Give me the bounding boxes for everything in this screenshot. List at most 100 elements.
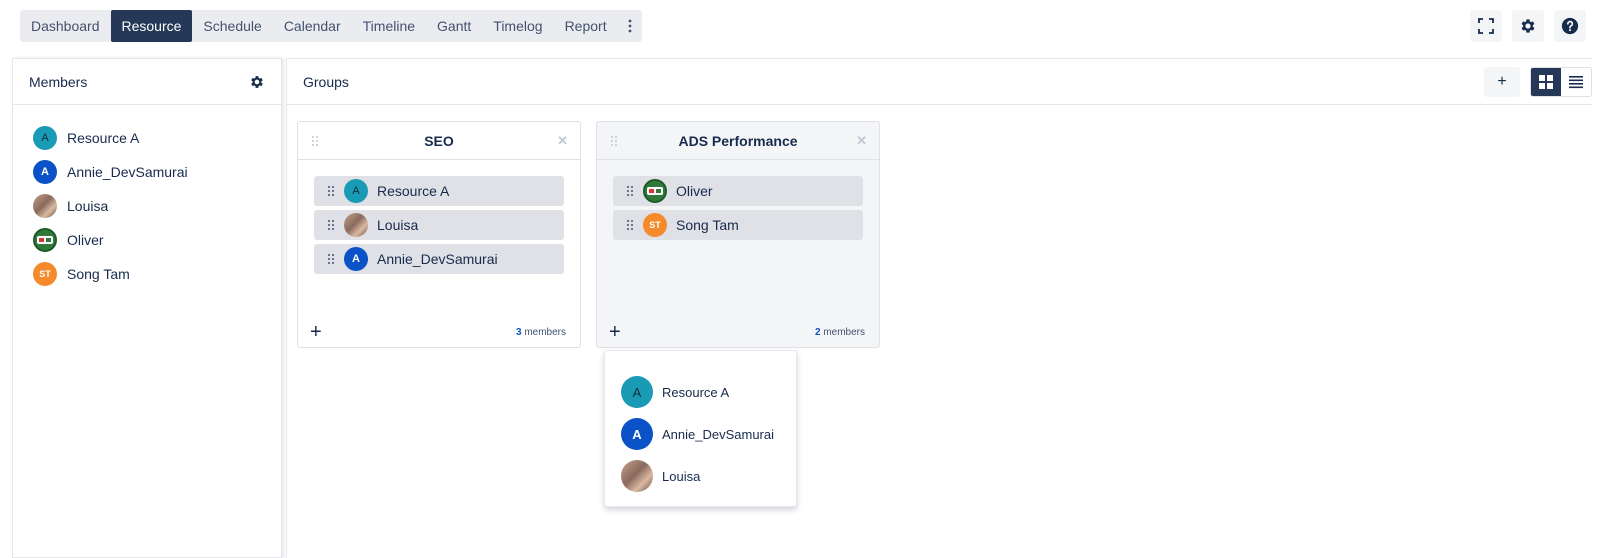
group-member-chip[interactable]: Louisa bbox=[314, 210, 564, 240]
avatar: A bbox=[33, 126, 57, 150]
avatar: A bbox=[344, 247, 368, 271]
add-member-dropdown: A Resource A A Annie_DevSamurai Louisa bbox=[604, 350, 797, 507]
groups-panel-title: Groups bbox=[303, 73, 349, 90]
avatar-photo bbox=[344, 213, 368, 237]
member-name: Oliver bbox=[67, 232, 104, 248]
member-item[interactable]: Oliver bbox=[33, 223, 281, 257]
group-card-header: SEO ✕ bbox=[298, 122, 580, 160]
group-member-list: A Resource A Louisa A Annie_DevSamurai bbox=[298, 160, 580, 274]
drag-handle-icon[interactable] bbox=[627, 186, 633, 196]
member-name: Annie_DevSamurai bbox=[377, 251, 498, 267]
list-icon bbox=[1569, 75, 1583, 88]
tab-gantt[interactable]: Gantt bbox=[426, 10, 482, 42]
gear-icon[interactable] bbox=[249, 74, 265, 90]
members-panel: Members A Resource A A Annie_DevSamurai … bbox=[12, 58, 282, 558]
groups-panel: Groups + SEO ✕ A Resource A Louisa A Ann… bbox=[286, 58, 1592, 558]
member-name: Louisa bbox=[377, 217, 419, 233]
member-count-number: 3 bbox=[515, 326, 522, 338]
group-member-chip[interactable]: ST Song Tam bbox=[613, 210, 863, 240]
add-group-button[interactable]: + bbox=[1484, 66, 1520, 97]
more-tabs-button[interactable] bbox=[618, 10, 642, 42]
groups-tools: + bbox=[1484, 66, 1592, 97]
group-name: ADS Performance bbox=[678, 132, 798, 149]
settings-button[interactable] bbox=[1512, 10, 1544, 42]
add-member-button[interactable]: + bbox=[609, 322, 621, 342]
tab-schedule[interactable]: Schedule bbox=[192, 10, 272, 42]
option-name: Annie_DevSamurai bbox=[662, 426, 775, 442]
fullscreen-button[interactable] bbox=[1470, 10, 1502, 42]
avatar: ST bbox=[33, 262, 57, 286]
member-name: Resource A bbox=[67, 130, 140, 146]
tab-timelog[interactable]: Timelog bbox=[482, 10, 553, 42]
more-vertical-icon bbox=[628, 19, 631, 33]
group-card-seo: SEO ✕ A Resource A Louisa A Annie_DevSam… bbox=[297, 121, 581, 348]
top-navigation: Dashboard Resource Schedule Calendar Tim… bbox=[20, 10, 642, 42]
help-icon bbox=[1561, 17, 1579, 35]
group-card-footer: + 3 members bbox=[298, 317, 580, 347]
avatar: A bbox=[621, 418, 653, 450]
avatar: ST bbox=[643, 213, 667, 237]
option-name: Resource A bbox=[662, 384, 730, 400]
close-icon[interactable]: ✕ bbox=[557, 133, 568, 149]
grid-view-button[interactable] bbox=[1531, 67, 1561, 96]
groups-panel-header: Groups + bbox=[287, 59, 1592, 105]
group-card-footer: + 2 members bbox=[597, 317, 879, 347]
member-item[interactable]: ST Song Tam bbox=[33, 257, 281, 291]
close-icon[interactable]: ✕ bbox=[856, 133, 867, 149]
member-name: Annie_DevSamurai bbox=[67, 164, 188, 180]
member-name: Oliver bbox=[676, 183, 713, 199]
member-name: Resource A bbox=[377, 183, 450, 199]
member-item[interactable]: A Annie_DevSamurai bbox=[33, 155, 281, 189]
member-count: 2 members bbox=[815, 327, 865, 338]
member-count-label: members bbox=[823, 326, 865, 338]
member-count: 3 members bbox=[516, 327, 566, 338]
member-item[interactable]: Louisa bbox=[33, 189, 281, 223]
avatar-logo bbox=[33, 228, 57, 252]
group-member-chip[interactable]: A Annie_DevSamurai bbox=[314, 244, 564, 274]
fullscreen-icon bbox=[1478, 18, 1494, 34]
member-list: A Resource A A Annie_DevSamurai Louisa O… bbox=[13, 105, 281, 291]
member-name: Louisa bbox=[67, 198, 109, 214]
gear-icon bbox=[1521, 19, 1535, 33]
avatar: A bbox=[344, 179, 368, 203]
tab-report[interactable]: Report bbox=[554, 10, 618, 42]
members-panel-header: Members bbox=[13, 59, 281, 105]
avatar-photo bbox=[621, 460, 653, 492]
drag-handle-icon[interactable] bbox=[312, 136, 318, 146]
members-panel-title: Members bbox=[29, 73, 88, 90]
group-card-header: ADS Performance ✕ bbox=[597, 122, 879, 160]
view-toggle bbox=[1530, 66, 1592, 97]
grid-icon bbox=[1539, 74, 1553, 89]
group-member-list: Oliver ST Song Tam bbox=[597, 160, 879, 240]
avatar: A bbox=[621, 376, 653, 408]
avatar: A bbox=[33, 160, 57, 184]
drag-handle-icon[interactable] bbox=[328, 186, 334, 196]
member-name: Song Tam bbox=[676, 217, 739, 233]
drag-handle-icon[interactable] bbox=[328, 220, 334, 230]
tab-dashboard[interactable]: Dashboard bbox=[20, 10, 111, 42]
option-name: Louisa bbox=[662, 468, 701, 484]
list-view-button[interactable] bbox=[1561, 68, 1591, 96]
member-item[interactable]: A Resource A bbox=[33, 121, 281, 155]
add-member-button[interactable]: + bbox=[310, 322, 322, 342]
group-member-chip[interactable]: Oliver bbox=[613, 176, 863, 206]
group-member-chip[interactable]: A Resource A bbox=[314, 176, 564, 206]
drag-handle-icon[interactable] bbox=[611, 136, 617, 146]
dropdown-option[interactable]: A Resource A bbox=[605, 371, 796, 413]
drag-handle-icon[interactable] bbox=[328, 254, 334, 264]
avatar-logo bbox=[643, 179, 667, 203]
dropdown-option[interactable]: Louisa bbox=[605, 455, 796, 497]
group-card-ads-performance: ADS Performance ✕ Oliver ST Song Tam + 2… bbox=[596, 121, 880, 348]
member-count-number: 2 bbox=[814, 326, 821, 338]
tab-resource[interactable]: Resource bbox=[110, 10, 193, 42]
member-count-label: members bbox=[524, 326, 566, 338]
top-actions bbox=[1470, 10, 1586, 42]
dropdown-option[interactable]: A Annie_DevSamurai bbox=[605, 413, 796, 455]
help-button[interactable] bbox=[1554, 10, 1586, 42]
group-name: SEO bbox=[424, 132, 454, 149]
tab-timeline[interactable]: Timeline bbox=[352, 10, 426, 42]
member-name: Song Tam bbox=[67, 266, 130, 282]
tab-calendar[interactable]: Calendar bbox=[273, 10, 352, 42]
drag-handle-icon[interactable] bbox=[627, 220, 633, 230]
avatar-photo bbox=[33, 194, 57, 218]
